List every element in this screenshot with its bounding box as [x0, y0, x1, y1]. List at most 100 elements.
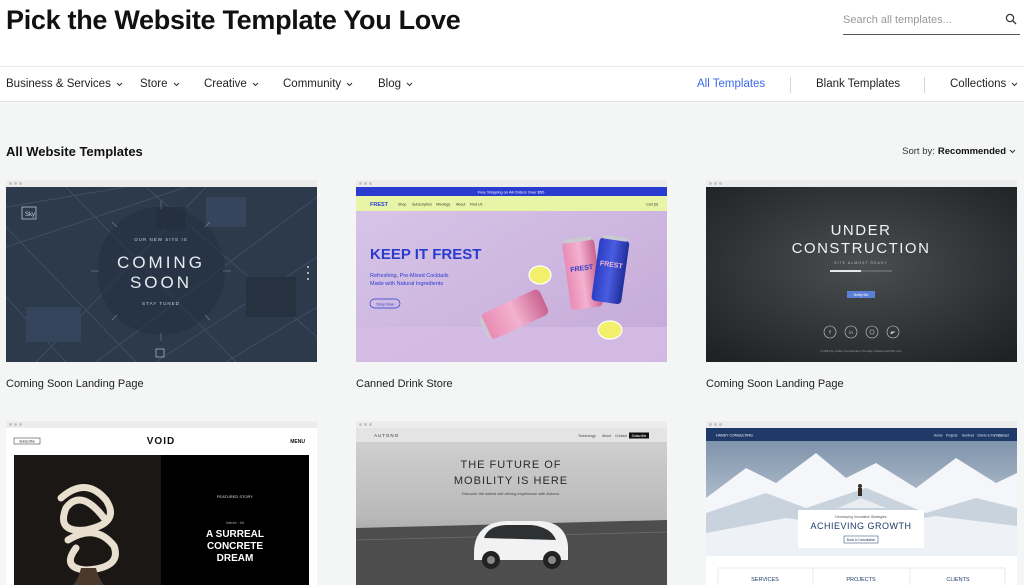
- nav-label: Store: [140, 78, 168, 90]
- sort-dropdown[interactable]: Sort by: Recommended: [902, 146, 1016, 157]
- preview-menu-item: Contact: [615, 434, 627, 438]
- template-name[interactable]: Coming Soon Landing Page: [706, 378, 844, 390]
- browser-frame: [706, 421, 1017, 428]
- template-thumbnail[interactable]: HANDY CONSULTING Home Projects Services …: [706, 421, 1017, 585]
- nav-collections[interactable]: Collections: [950, 78, 1018, 90]
- nav-label: Community: [283, 78, 342, 90]
- chevron-down-icon: [346, 82, 353, 86]
- preview-menu-item: About: [602, 434, 611, 438]
- preview-subscribe: Subscribe: [19, 440, 35, 444]
- preview-cta: Notify Me: [854, 293, 869, 297]
- nav-blog[interactable]: Blog: [378, 78, 413, 90]
- preview-progress-fill: [830, 270, 861, 272]
- preview-canned-drink: Free Shipping on All Orders Over $50 FRE…: [356, 187, 667, 362]
- preview-tab: SERVICES: [751, 577, 779, 583]
- search-box[interactable]: [843, 8, 1020, 35]
- preview-coming-soon: Sky OUR NEW SITE IS COMING SOON STAY TUN…: [6, 187, 317, 362]
- preview-footer: STAY TUNED: [142, 301, 180, 306]
- browser-frame: [706, 180, 1017, 187]
- preview-brand: FREST: [370, 202, 389, 208]
- preview-featured: FEATURED STORY: [217, 494, 253, 499]
- preview-heading: ACHIEVING GROWTH: [810, 521, 911, 531]
- preview-kicker: OUR NEW SITE IS: [134, 237, 188, 242]
- nav-label: Blog: [378, 78, 402, 90]
- preview-logo: Sky: [25, 212, 35, 218]
- section-title: All Website Templates: [6, 144, 143, 159]
- browser-frame: [356, 421, 667, 428]
- template-thumbnail[interactable]: Sky OUR NEW SITE IS COMING SOON STAY TUN…: [6, 180, 317, 362]
- template-thumbnail[interactable]: Subscribe VOID MENU FEATURED STORY Inter…: [6, 421, 317, 585]
- preview-autono: AUTONO Technology About Contact Subscrib…: [356, 428, 667, 585]
- sort-value: Recommended: [937, 146, 1006, 157]
- preview-heading: MOBILITY IS HERE: [454, 475, 568, 487]
- template-name[interactable]: Coming Soon Landing Page: [6, 378, 144, 390]
- preview-void: Subscribe VOID MENU FEATURED STORY Inter…: [6, 428, 317, 585]
- linkedin-icon: in: [849, 330, 853, 336]
- preview-menu-item: Projects: [946, 434, 958, 438]
- preview-under-construction: UNDER CONSTRUCTION SITE ALMOST READY Not…: [706, 187, 1017, 362]
- nav-community[interactable]: Community: [283, 78, 353, 90]
- preview-heading: DREAM: [217, 553, 254, 564]
- preview-heading: CONSTRUCTION: [792, 240, 931, 257]
- preview-cta: Subscribe: [632, 434, 647, 438]
- browser-frame: [356, 180, 667, 187]
- preview-menu-item: Find Us: [470, 203, 483, 207]
- nav-blank-templates[interactable]: Blank Templates: [816, 78, 900, 90]
- preview-menu-item: Mixology: [436, 203, 450, 207]
- category-nav: Business & Services Store Creative Commu…: [0, 66, 1024, 102]
- preview-heading: COMING: [117, 253, 205, 272]
- preview-tab: CLIENTS: [946, 577, 970, 583]
- preview-brand: VOID: [147, 436, 175, 447]
- facebook-icon: f: [829, 330, 831, 336]
- preview-subtext: Made with Natural Ingredients: [370, 281, 443, 287]
- chevron-down-icon: [406, 82, 413, 86]
- preview-brand: HANDY CONSULTING: [716, 434, 753, 438]
- sort-prefix: Sort by:: [902, 146, 935, 157]
- preview-heading: UNDER: [831, 222, 892, 239]
- preview-footer: © 2023 by Under Construction. Proudly cr…: [820, 349, 902, 353]
- nav-creative[interactable]: Creative: [204, 78, 259, 90]
- preview-heading: KEEP IT FREST: [370, 246, 481, 263]
- preview-menu-item: Services: [962, 434, 975, 438]
- template-thumbnail[interactable]: Free Shipping on All Orders Over $50 FRE…: [356, 180, 667, 362]
- nav-divider: [924, 77, 925, 93]
- chevron-down-icon: [252, 82, 259, 86]
- preview-menu-item: Subscription: [412, 203, 432, 207]
- preview-heading: SOON: [130, 273, 192, 292]
- nav-all-templates[interactable]: All Templates: [697, 78, 765, 90]
- preview-kicker: Interior · Art: [226, 521, 244, 525]
- search-input[interactable]: [843, 8, 998, 32]
- preview-menu-item: Contact: [998, 434, 1009, 438]
- nav-label: Collections: [950, 78, 1007, 90]
- browser-frame: [6, 180, 317, 187]
- page-header: Pick the Website Template You Love: [0, 0, 1024, 66]
- chevron-down-icon: [1009, 149, 1016, 154]
- preview-menu-item: About: [456, 203, 465, 207]
- preview-kicker: Developing Innovative Strategies: [835, 515, 886, 519]
- preview-handy-consulting: HANDY CONSULTING Home Projects Services …: [706, 428, 1017, 585]
- preview-banner: Free Shipping on All Orders Over $50: [478, 190, 545, 195]
- nav-business-services[interactable]: Business & Services: [6, 78, 123, 90]
- template-thumbnail[interactable]: UNDER CONSTRUCTION SITE ALMOST READY Not…: [706, 180, 1017, 362]
- template-thumbnail[interactable]: AUTONO Technology About Contact Subscrib…: [356, 421, 667, 585]
- nav-label: Creative: [204, 78, 247, 90]
- preview-menu: MENU: [290, 439, 305, 445]
- preview-heading: THE FUTURE OF: [461, 459, 562, 471]
- page-title: Pick the Website Template You Love: [6, 5, 461, 35]
- preview-cta: Shop Now: [376, 303, 394, 307]
- preview-heading: A SURREAL: [206, 529, 264, 540]
- preview-menu-item: Shop: [398, 203, 406, 207]
- preview-subtext: Refreshing, Pre-Mixed Cocktails: [370, 273, 449, 279]
- nav-store[interactable]: Store: [140, 78, 180, 90]
- chevron-down-icon: [173, 82, 179, 86]
- preview-cart: Cart (0): [646, 203, 658, 207]
- browser-frame: [6, 421, 317, 428]
- chevron-down-icon: [1011, 82, 1018, 86]
- search-icon[interactable]: [1005, 13, 1017, 25]
- preview-menu-item: Home: [934, 434, 943, 438]
- preview-brand: AUTONO: [374, 433, 399, 438]
- preview-sub: Discover the safest self-driving experie…: [462, 491, 560, 496]
- preview-heading: CONCRETE: [207, 541, 263, 552]
- template-name[interactable]: Canned Drink Store: [356, 378, 453, 390]
- nav-divider: [790, 77, 791, 93]
